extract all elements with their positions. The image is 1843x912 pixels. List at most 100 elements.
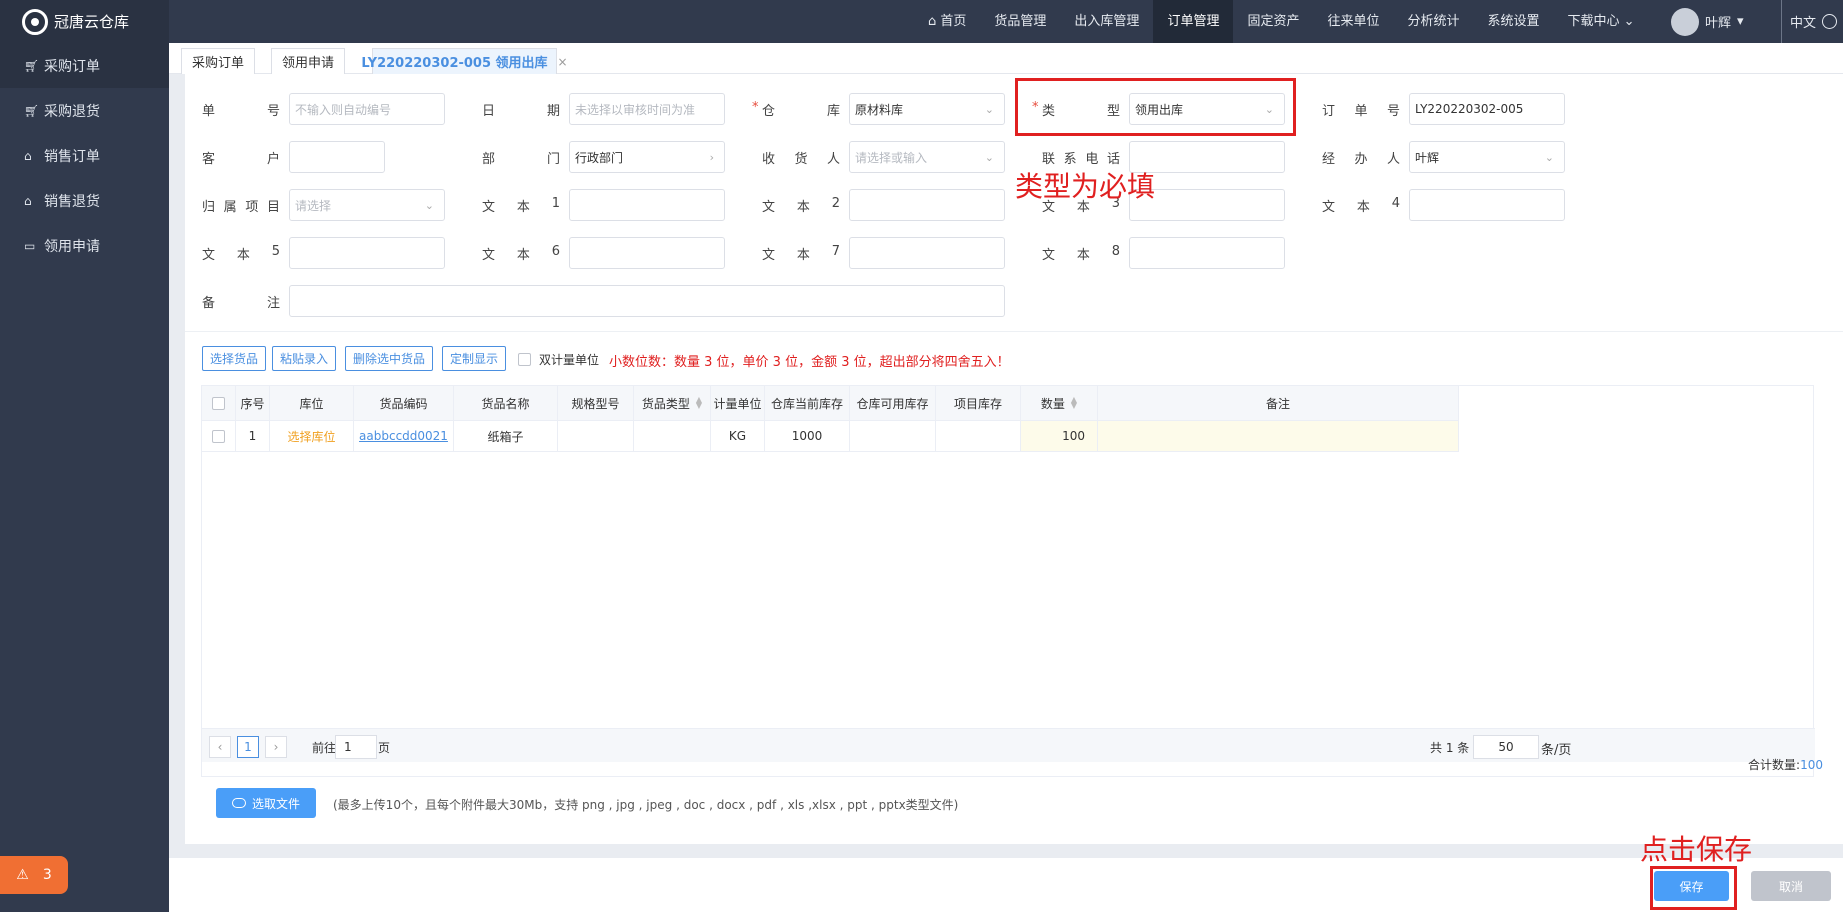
total-quantity: 合计数量:100 [1748, 758, 1823, 772]
select-location-link[interactable]: 选择库位 [270, 421, 354, 451]
tab-current-document[interactable]: LY220220302-005 领用出库 × [361, 48, 568, 74]
text1-input[interactable] [569, 189, 725, 221]
remark-input[interactable] [289, 285, 1005, 317]
cell-available [850, 421, 936, 451]
cancel-button[interactable]: 取消 [1751, 871, 1831, 901]
sidebar-item-sales-return[interactable]: ⌂ 销售退货 [0, 178, 169, 223]
table-row: 1 选择库位 aabbccdd0021 纸箱子 KG 1000 100 [202, 421, 1459, 452]
tab-requisition[interactable]: 领用申请 [271, 48, 345, 74]
header-location: 库位 [270, 386, 354, 420]
language-switch[interactable]: 中文 [1781, 0, 1838, 43]
nav-downloads[interactable]: 下载中心 ⌄ [1554, 0, 1649, 43]
prev-page-button[interactable]: ‹ [209, 736, 231, 758]
decimal-hint: 小数位数：数量 3 位，单价 3 位，金额 3 位，超出部分将四舍五入！ [609, 355, 1010, 370]
order-no-input[interactable]: 不输入则自动编号 [289, 93, 445, 125]
paste-entry-button[interactable]: 粘贴录入 [272, 346, 336, 371]
user-menu[interactable]: 叶辉 ▾ [1671, 0, 1744, 43]
sidebar-item-label: 领用申请 [44, 238, 100, 255]
app-logo[interactable]: 冠唐云仓库 [0, 0, 169, 43]
text6-input[interactable] [569, 237, 725, 269]
qty-input[interactable]: 100 [1021, 421, 1098, 451]
header-available: 仓库可用库存 [850, 386, 936, 420]
goods-code-link[interactable]: aabbccdd0021 [359, 429, 448, 443]
nav-home[interactable]: ⌂ 首页 [914, 0, 980, 43]
text7-input[interactable] [849, 237, 1005, 269]
receiver-select[interactable]: 请选择或输入 ⌄ [849, 141, 1005, 173]
footer-bar: 保存 取消 [169, 858, 1843, 912]
header-select-all[interactable] [202, 386, 236, 420]
chevron-down-icon: ⌄ [984, 150, 994, 164]
close-icon[interactable]: × [558, 55, 568, 69]
project-select[interactable]: 请选择 ⌄ [289, 189, 445, 221]
divider [185, 331, 1843, 332]
receiver-label: 收货人 [762, 152, 840, 167]
nav-orders[interactable]: 订单管理 [1153, 0, 1234, 43]
sort-icon[interactable]: ▲ ▼ [696, 396, 702, 410]
sidebar-item-requisition[interactable]: ▭ 领用申请 [0, 223, 169, 268]
header-name: 货品名称 [454, 386, 558, 420]
nav-analytics[interactable]: 分析统计 [1393, 0, 1473, 43]
sidebar-item-sales-order[interactable]: ⌂ 销售订单 [0, 133, 169, 178]
chevron-down-icon: ⌄ [1544, 150, 1554, 164]
nav-settings[interactable]: 系统设置 [1474, 0, 1554, 43]
nav-goods[interactable]: 货品管理 [980, 0, 1060, 43]
avatar [1671, 7, 1699, 36]
page-number[interactable]: 1 [237, 736, 259, 758]
ref-no-input[interactable]: LY220220302-005 [1409, 93, 1565, 125]
next-page-button[interactable]: › [265, 736, 287, 758]
nav-inout[interactable]: 出入库管理 [1060, 0, 1153, 43]
handler-select[interactable]: 叶辉 ⌄ [1409, 141, 1565, 173]
upload-hint: (最多上传10个，且每个附件最大30Mb，支持 png , jpg , jpeg… [333, 798, 959, 812]
table-header: 序号 库位 货品编码 货品名称 规格型号 货品类型 ▲ ▼ 计量单位 仓库当前库存 … [202, 386, 1459, 421]
customer-input[interactable] [289, 141, 385, 173]
department-select[interactable]: 行政部门 › [569, 141, 725, 173]
nav-partners[interactable]: 往来单位 [1313, 0, 1393, 43]
sidebar-item-purchase-return[interactable]: 🛒︎ 采购退货 [0, 88, 169, 133]
row-select[interactable] [202, 421, 236, 451]
custom-display-button[interactable]: 定制显示 [442, 346, 506, 371]
notification-badge[interactable]: ⚠ 3 [0, 856, 68, 894]
dual-unit-toggle[interactable]: 双计量单位 [518, 351, 599, 368]
handler-label: 经办人 [1322, 152, 1400, 167]
remark-cell-input[interactable] [1098, 421, 1459, 451]
header-type[interactable]: 货品类型 ▲ ▼ [634, 386, 711, 420]
page-size-select[interactable]: 50 [1473, 735, 1539, 759]
cart-icon: 🛒︎ [24, 58, 40, 73]
tab-purchase-order[interactable]: 采购订单 [181, 48, 255, 74]
select-all-checkbox[interactable] [212, 396, 225, 410]
chevron-down-icon: ⌄ [1619, 14, 1635, 29]
dual-unit-checkbox[interactable] [518, 353, 531, 366]
goto-page-input[interactable]: 1 [335, 735, 377, 759]
order-no-label: 单号 [202, 104, 280, 119]
choose-file-button[interactable]: 选取文件 [216, 788, 316, 818]
text6-label: 文本6 [482, 244, 560, 263]
box-icon: ▭ [24, 238, 36, 253]
text2-input[interactable] [849, 189, 1005, 221]
text5-input[interactable] [289, 237, 445, 269]
header-qty[interactable]: 数量 ▲ ▼ [1021, 386, 1098, 420]
text4-input[interactable] [1409, 189, 1565, 221]
sort-icon[interactable]: ▲ ▼ [1071, 396, 1077, 410]
logo-icon [22, 8, 48, 35]
cart-icon: 🛒︎ [24, 103, 40, 118]
warehouse-select[interactable]: 原材料库 ⌄ [849, 93, 1005, 125]
delete-selected-button[interactable]: 删除选中货品 [345, 346, 433, 371]
select-goods-button[interactable]: 选择货品 [202, 346, 266, 371]
row-checkbox[interactable] [212, 429, 225, 443]
goto-label: 前往 [312, 741, 337, 755]
nav-assets[interactable]: 固定资产 [1233, 0, 1313, 43]
pagination: ‹ 1 › 前往 1 页 共 1 条 50 条/页 [202, 728, 1815, 762]
header-remark: 备注 [1098, 386, 1459, 420]
cell-unit: KG [711, 421, 765, 451]
date-input[interactable]: 未选择以审核时间为准 [569, 93, 725, 125]
text8-label: 文本8 [1042, 244, 1120, 263]
page-suffix: 页 [378, 741, 391, 755]
text2-label: 文本2 [762, 196, 840, 215]
sidebar-item-purchase-order[interactable]: 🛒︎ 采购订单 [0, 43, 169, 88]
text1-label: 文本1 [482, 196, 560, 215]
cell-code[interactable]: aabbccdd0021 [354, 421, 454, 451]
goods-table: 序号 库位 货品编码 货品名称 规格型号 货品类型 ▲ ▼ 计量单位 仓库当前库存 … [201, 385, 1815, 777]
ref-no-label: 订单号 [1322, 104, 1400, 119]
text8-input[interactable] [1129, 237, 1285, 269]
page-size-suffix: 条/页 [1541, 743, 1572, 758]
